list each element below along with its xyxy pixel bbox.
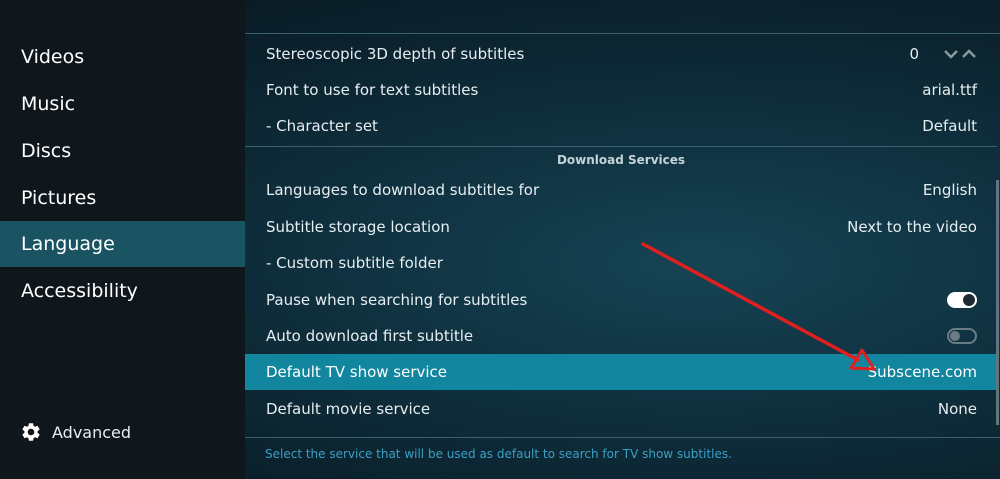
sidebar-item-music[interactable]: Music	[0, 81, 245, 127]
setting-label: Subtitle storage location	[266, 218, 450, 236]
setting-label: Default movie service	[266, 400, 431, 418]
divider	[245, 33, 1000, 34]
divider	[245, 437, 1000, 438]
setting-label: - Custom subtitle folder	[266, 254, 443, 272]
setting-label: Auto download first subtitle	[266, 327, 474, 345]
setting-label: Languages to download subtitles for	[266, 181, 540, 199]
setting-label: Stereoscopic 3D depth of subtitles	[266, 45, 525, 63]
setting-row-custom-subtitle-folder[interactable]: - Custom subtitle folder	[245, 245, 997, 281]
advanced-settings-button[interactable]: Advanced	[20, 420, 131, 444]
sidebar-item-language[interactable]: Language	[0, 221, 245, 267]
setting-row-subtitle-font[interactable]: Font to use for text subtitles arial.ttf	[245, 72, 997, 108]
advanced-label: Advanced	[52, 422, 132, 442]
toggle-switch-on[interactable]	[947, 292, 977, 308]
chevron-down-icon[interactable]	[943, 48, 959, 60]
setting-row-default-tv-service[interactable]: Default TV show service Subscene.com	[245, 354, 997, 390]
setting-row-auto-download[interactable]: Auto download first subtitle	[245, 318, 997, 354]
setting-label: Font to use for text subtitles	[266, 81, 479, 99]
chevron-up-icon[interactable]	[961, 48, 977, 60]
setting-value: Default	[922, 117, 977, 135]
spinner-controls	[943, 48, 977, 60]
setting-value: 0	[909, 45, 919, 63]
setting-description: Select the service that will be used as …	[265, 447, 732, 461]
setting-value: arial.ttf	[922, 81, 977, 99]
settings-list: Stereoscopic 3D depth of subtitles 0 Fon…	[245, 0, 1000, 479]
sidebar-item-videos[interactable]: Videos	[0, 34, 245, 80]
setting-value: Subscene.com	[867, 363, 977, 381]
divider	[245, 146, 997, 147]
sidebar-item-discs[interactable]: Discs	[0, 128, 245, 174]
toggle-switch-off[interactable]	[947, 328, 977, 344]
setting-row-pause-searching[interactable]: Pause when searching for subtitles	[245, 282, 997, 318]
scrollbar[interactable]	[996, 180, 999, 425]
section-title-download-services: Download Services	[556, 153, 686, 167]
setting-value: Next to the video	[847, 218, 977, 236]
setting-row-character-set[interactable]: - Character set Default	[245, 108, 997, 144]
setting-label: Default TV show service	[266, 363, 448, 381]
setting-value: None	[937, 400, 977, 418]
setting-row-stereoscopic-depth[interactable]: Stereoscopic 3D depth of subtitles 0	[245, 36, 997, 72]
setting-row-storage-location[interactable]: Subtitle storage location Next to the vi…	[245, 209, 997, 245]
settings-window: Videos Music Discs Pictures Language Acc…	[0, 0, 1000, 479]
sidebar-item-pictures[interactable]: Pictures	[0, 175, 245, 221]
setting-row-download-languages[interactable]: Languages to download subtitles for Engl…	[245, 172, 997, 208]
setting-label: - Character set	[266, 117, 378, 135]
setting-value: English	[922, 181, 977, 199]
gear-icon	[20, 421, 42, 443]
sidebar-item-accessibility[interactable]: Accessibility	[0, 268, 245, 314]
sidebar: Videos Music Discs Pictures Language Acc…	[0, 0, 245, 479]
setting-label: Pause when searching for subtitles	[266, 291, 528, 309]
setting-row-default-movie-service[interactable]: Default movie service None	[245, 391, 997, 427]
